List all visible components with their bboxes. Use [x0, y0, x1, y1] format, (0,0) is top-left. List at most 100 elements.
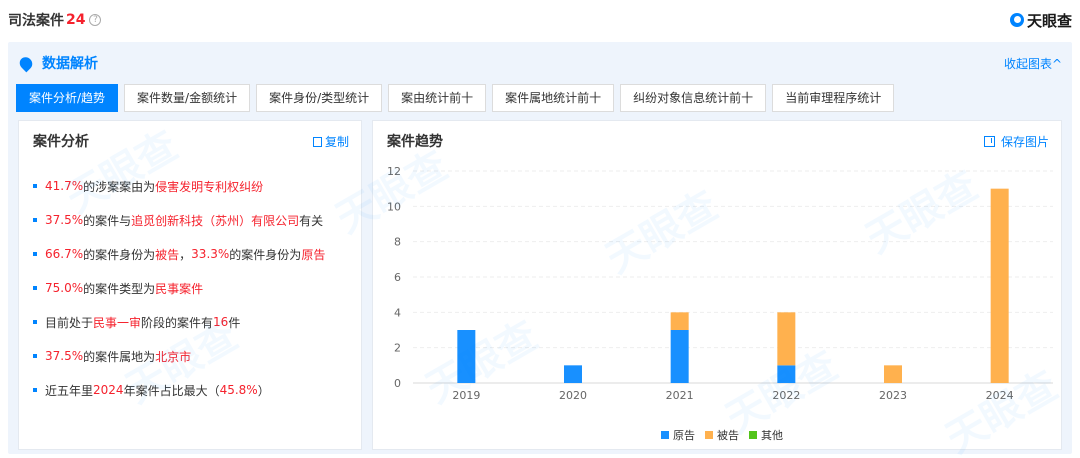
analysis-item: 37.5% 的案件属地为 北京市	[33, 339, 353, 373]
y-tick-label: 0	[394, 377, 401, 390]
analysis-item: 75.0% 的案件类型为 民事案件	[33, 271, 353, 305]
legend-label: 其他	[761, 429, 783, 442]
analysis-text: ，	[179, 247, 192, 262]
analysis-list: 41.7% 的涉案案由为 侵害发明专利权纠纷 37.5% 的案件与 追觅创新科技（苏州）有…	[33, 169, 353, 407]
analysis-text: 的案件类型为	[83, 281, 156, 296]
tab-2[interactable]: 案件身份/类型统计	[256, 84, 383, 112]
legend-label: 原告	[673, 429, 695, 442]
case-count: 24	[66, 12, 86, 28]
highlight-text[interactable]: 民事案件	[155, 280, 203, 297]
bullet-icon	[33, 252, 37, 256]
analysis-item: 41.7% 的涉案案由为 侵害发明专利权纠纷	[33, 169, 353, 203]
analysis-text: 的涉案案由为	[83, 179, 156, 194]
highlight-text[interactable]: 2024	[93, 383, 124, 397]
tab-1[interactable]: 案件数量/金额统计	[124, 84, 251, 112]
highlight-text[interactable]: 45.8%	[220, 383, 258, 397]
analysis-text: 近五年里	[45, 383, 94, 398]
analysis-item: 目前处于 民事一审 阶段的案件有 16 件	[33, 305, 353, 339]
bar-2020-series-0[interactable]	[564, 365, 582, 383]
copy-button[interactable]: 复制	[312, 133, 349, 150]
x-tick-label: 2024	[986, 389, 1014, 402]
tab-5[interactable]: 纠纷对象信息统计前十	[620, 84, 767, 112]
data-analysis-panel: 数据解析 收起图表^ 案件分析/趋势 案件数量/金额统计 案件身份/类型统计 案由统计…	[8, 42, 1072, 454]
analysis-text: 的案件身份为	[229, 247, 302, 262]
analysis-item: 37.5% 的案件与 追觅创新科技（苏州）有限公司 有关	[33, 203, 353, 237]
panel-header: 数据解析 收起图表^	[17, 52, 1062, 74]
highlight-text[interactable]: 66.7%	[45, 247, 83, 261]
brand-logo-area: 天眼查	[1009, 10, 1072, 31]
analysis-text: ）	[257, 383, 270, 398]
bullet-icon	[33, 286, 37, 290]
bullet-icon	[33, 388, 37, 392]
highlight-text[interactable]: 追觅创新科技（苏州）有限公司	[131, 212, 299, 229]
bar-2022-series-1[interactable]	[777, 312, 796, 366]
tab-6[interactable]: 当前审理程序统计	[772, 84, 895, 112]
copy-icon	[312, 136, 322, 147]
top-bar: 司法案件 24 ? 天眼查	[8, 0, 1072, 40]
bar-2021-series-1[interactable]	[670, 312, 689, 330]
collapse-charts-button[interactable]: 收起图表^	[1004, 55, 1062, 72]
case-trend-card: 案件趋势 保存图片 0 2 4 6 8 10 12 2019 2020 2021 2022 2023 2…	[372, 120, 1062, 450]
panel-title-text: 数据解析	[42, 56, 98, 72]
analysis-text: 阶段的案件有	[141, 315, 214, 330]
analysis-item: 66.7% 的案件身份为 被告， 33.3% 的案件身份为 原告	[33, 237, 353, 271]
chart-legend: 原告 被告 其他	[661, 427, 793, 443]
highlight-text[interactable]: 侵害发明专利权纠纷	[155, 178, 263, 195]
tab-0[interactable]: 案件分析/趋势	[16, 84, 119, 112]
legend-item[interactable]: 被告	[705, 427, 739, 443]
analysis-item: 近五年里 2024 年案件占比最大（ 45.8%）	[33, 373, 353, 407]
case-analysis-title: 案件分析	[33, 134, 89, 150]
bullet-icon	[33, 218, 37, 222]
highlight-text[interactable]: 33.3%	[191, 247, 229, 261]
x-tick-label: 2021	[666, 389, 694, 402]
highlight-text[interactable]: 民事一审	[93, 314, 141, 331]
highlight-text[interactable]: 北京市	[155, 348, 191, 365]
highlight-text[interactable]: 41.7%	[45, 179, 83, 193]
trend-chart: 0 2 4 6 8 10 12 2019 2020 2021 2022 2023 2024	[387, 165, 1053, 402]
legend-item[interactable]: 其他	[749, 427, 783, 443]
bullet-icon	[33, 320, 37, 324]
data-drop-icon	[17, 54, 35, 72]
y-tick-label: 4	[394, 306, 401, 319]
legend-item[interactable]: 原告	[661, 427, 695, 443]
legend-swatch	[749, 431, 757, 439]
analysis-text: 目前处于	[45, 315, 94, 330]
tab-bar: 案件分析/趋势 案件数量/金额统计 案件身份/类型统计 案由统计前十 案件属地统计前十纠…	[16, 84, 900, 112]
bullet-icon	[33, 354, 37, 358]
analysis-text: 件	[228, 315, 241, 330]
panel-title: 数据解析	[17, 53, 98, 73]
analysis-text: 的案件身份为	[83, 247, 156, 262]
y-tick-label: 10	[387, 200, 401, 213]
brand-name: 天眼查	[1026, 11, 1072, 30]
bar-2022-series-0[interactable]	[777, 365, 796, 383]
x-tick-label: 2020	[559, 389, 587, 402]
y-tick-label: 8	[394, 236, 401, 249]
copy-label: 复制	[324, 135, 349, 149]
highlight-text[interactable]: 被告	[155, 246, 179, 263]
bar-2023-series-1[interactable]	[884, 365, 902, 383]
y-tick-label: 2	[394, 342, 401, 355]
tab-4[interactable]: 案件属地统计前十	[492, 84, 615, 112]
x-tick-label: 2023	[879, 389, 907, 402]
page-title-text: 司法案件	[8, 13, 64, 29]
legend-swatch	[661, 431, 669, 439]
highlight-text[interactable]: 16	[213, 315, 228, 329]
highlight-text[interactable]: 37.5%	[45, 213, 83, 227]
case-analysis-card: 案件分析 复制 41.7% 的涉案案由为 侵害发明专利权纠纷 37.5% 的案件与 追觅创…	[18, 120, 362, 450]
bar-2024-series-1[interactable]	[990, 188, 1009, 383]
highlight-text[interactable]: 37.5%	[45, 349, 83, 363]
tab-3[interactable]: 案由统计前十	[388, 84, 487, 112]
highlight-text[interactable]: 原告	[301, 246, 325, 263]
brand-logo-icon	[1009, 13, 1024, 27]
analysis-text: 有关	[299, 213, 324, 228]
highlight-text[interactable]: 75.0%	[45, 281, 83, 295]
analysis-text: 的案件与	[83, 213, 132, 228]
x-tick-label: 2019	[452, 389, 480, 402]
bar-2019-series-0[interactable]	[457, 330, 476, 383]
y-tick-label: 6	[394, 271, 401, 284]
help-icon[interactable]: ?	[89, 14, 102, 26]
bar-2021-series-0[interactable]	[670, 330, 689, 383]
page-title: 司法案件 24 ?	[8, 10, 102, 30]
legend-swatch	[705, 431, 713, 439]
analysis-text: 的案件属地为	[83, 349, 156, 364]
